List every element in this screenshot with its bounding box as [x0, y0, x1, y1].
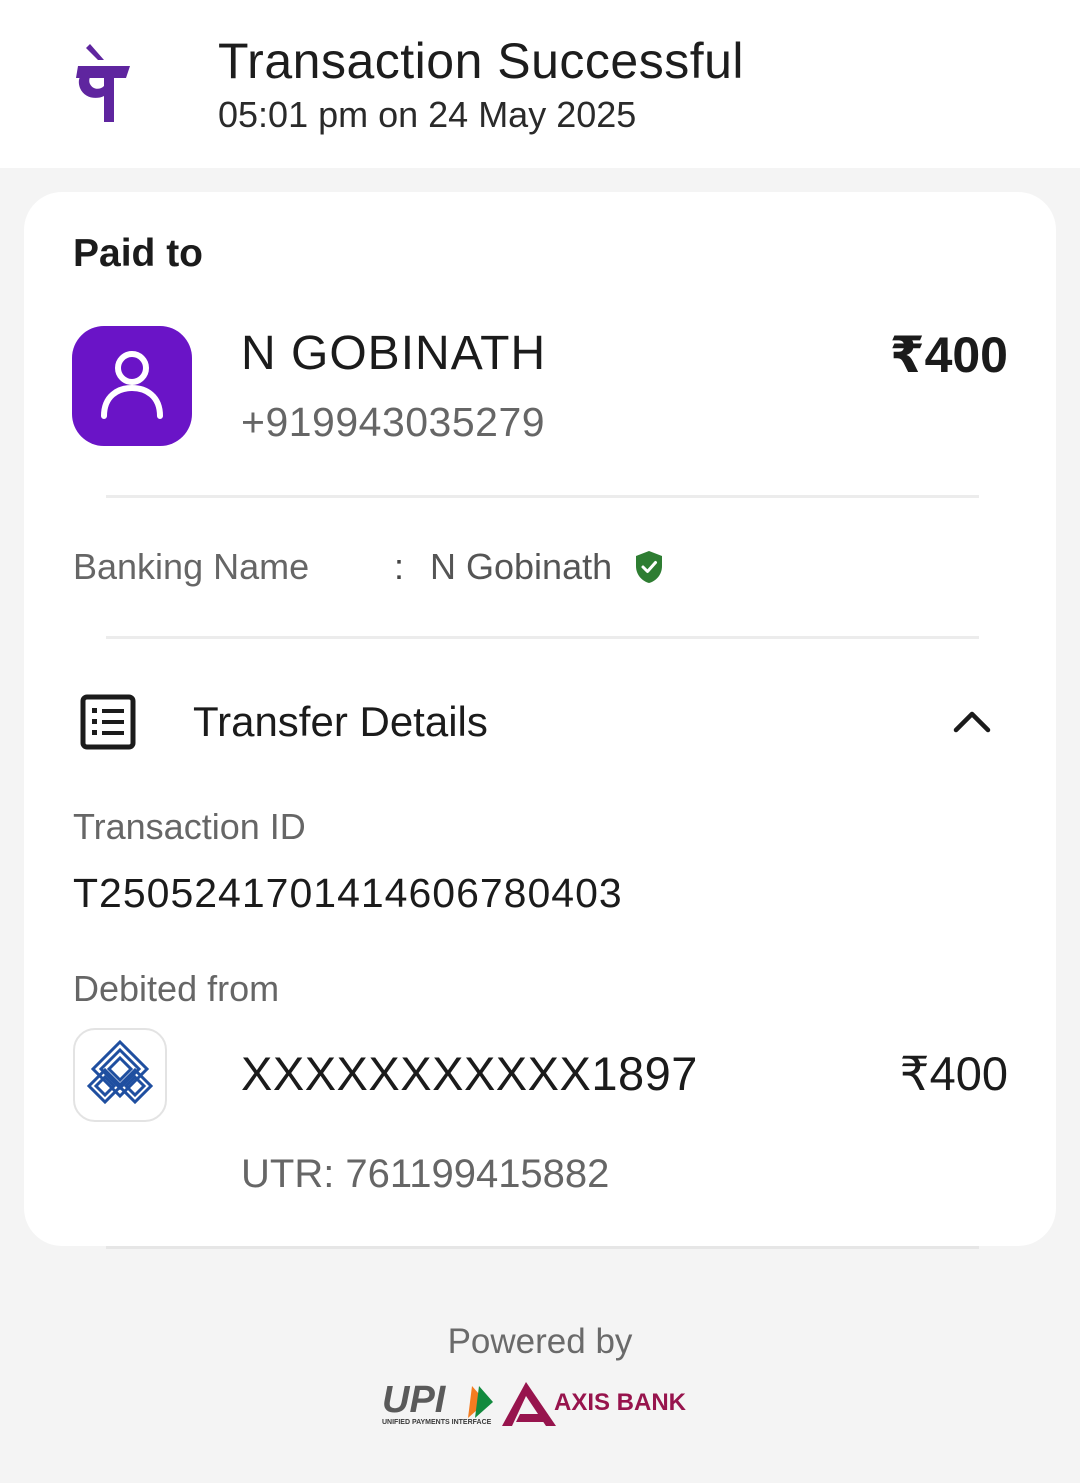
divider	[106, 1246, 979, 1249]
paid-amount: ₹400	[889, 327, 1008, 383]
receipt-list-icon	[80, 694, 136, 750]
paid-to-label: Paid to	[73, 232, 204, 275]
transaction-id-value[interactable]: T2505241701414606780403	[73, 870, 623, 917]
page-title: Transaction Successful	[218, 33, 745, 89]
debited-amount: ₹400	[899, 1047, 1008, 1100]
phonepe-logo-icon	[76, 44, 130, 122]
transaction-id-label: Transaction ID	[73, 806, 306, 847]
banking-name-label: Banking Name	[73, 546, 310, 587]
divider	[106, 495, 979, 498]
svg-text:UPI: UPI	[382, 1379, 447, 1421]
account-number: XXXXXXXXXXX1897	[241, 1047, 698, 1100]
utr-number[interactable]: UTR: 761199415882	[241, 1152, 609, 1197]
transaction-timestamp: 05:01 pm on 24 May 2025	[218, 94, 637, 135]
chevron-up-icon[interactable]	[952, 702, 992, 742]
debited-from-label: Debited from	[73, 968, 280, 1009]
transaction-card: Paid to N GOBINATH +919943035279 ₹400 Ba…	[24, 192, 1056, 1246]
label-separator: :	[394, 546, 405, 587]
verified-shield-icon	[636, 551, 662, 583]
svg-text:AXIS BANK: AXIS BANK	[554, 1389, 687, 1416]
bank-emblem-icon	[86, 1039, 154, 1105]
transfer-details-title[interactable]: Transfer Details	[193, 698, 488, 746]
user-icon	[101, 351, 163, 419]
avatar	[72, 326, 192, 446]
bank-logo-icon	[73, 1028, 167, 1122]
banking-name-value: N Gobinath	[430, 546, 613, 587]
upi-logo-icon: UPI UNIFIED PAYMENTS INTERFACE	[382, 1379, 493, 1426]
powered-by-label: Powered by	[447, 1322, 633, 1361]
axis-bank-logo-icon: AXIS BANK	[502, 1382, 687, 1426]
partner-logos: UPI UNIFIED PAYMENTS INTERFACE AXIS BANK	[382, 1379, 687, 1426]
svg-text:UNIFIED PAYMENTS INTERFACE: UNIFIED PAYMENTS INTERFACE	[382, 1419, 492, 1426]
divider	[106, 636, 979, 639]
header: Transaction Successful 05:01 pm on 24 Ma…	[0, 0, 1080, 168]
payee-phone: +919943035279	[241, 399, 546, 445]
payee-name: N GOBINATH	[241, 327, 547, 380]
